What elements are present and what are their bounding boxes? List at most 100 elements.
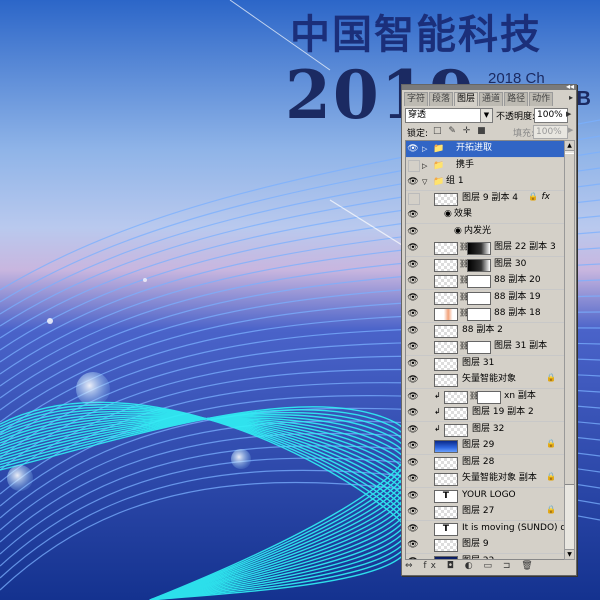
layer-row[interactable]: 👁 ▷ 📁 开拓进取 [406, 141, 564, 158]
visibility-eye-icon[interactable]: 👁 [407, 176, 419, 188]
visibility-eye-icon[interactable]: 👁 [407, 440, 419, 452]
fx-icon[interactable]: fx [542, 192, 551, 202]
collapse-icon[interactable]: ◂◂ [566, 82, 574, 91]
visibility-eye-icon[interactable]: 👁 [407, 308, 419, 320]
layers-scrollbar[interactable]: ▲ ▼ [564, 140, 575, 560]
fill-input[interactable]: 100% [533, 125, 568, 139]
layer-mask-thumbnail[interactable] [467, 258, 491, 272]
expand-triangle-icon[interactable]: ▽ [422, 176, 427, 188]
visibility-eye-icon[interactable]: 👁 [407, 523, 419, 535]
panel-titlebar[interactable]: ◂◂ [402, 82, 576, 91]
visibility-eye-icon[interactable]: 👁 [407, 242, 419, 254]
layer-row[interactable]: 👁 T YOUR LOGO [406, 487, 564, 505]
opacity-input[interactable]: 100% [534, 108, 568, 123]
layer-row[interactable]: 👁 ⛓ 图层 22 副本 3 [406, 240, 564, 257]
layer-row[interactable]: 👁 图层 22 [406, 553, 564, 560]
lock-icons[interactable]: □ ✎ ✛ ■ [433, 126, 488, 136]
layer-mask-thumbnail[interactable] [467, 291, 491, 305]
visibility-eye-icon[interactable]: 👁 [407, 226, 419, 238]
layer-row[interactable]: 👁 ↲ ⛓ xn 副本 [406, 388, 564, 406]
visibility-eye-icon[interactable]: 👁 [407, 391, 419, 403]
layer-name: 开拓进取 [456, 143, 493, 153]
fill-slider-icon[interactable]: ▶ [568, 126, 573, 134]
visibility-eye-icon[interactable]: 👁 [407, 457, 419, 469]
layer-mask-thumbnail[interactable] [477, 390, 501, 404]
layer-name: 88 副本 20 [494, 275, 541, 285]
effect-eye-icon[interactable]: ◉ [444, 208, 452, 221]
tab-2[interactable]: 图层 [454, 92, 479, 106]
layer-thumbnail [434, 456, 458, 470]
visibility-eye-icon[interactable]: 👁 [407, 473, 419, 485]
tab-1[interactable]: 段落 [429, 92, 454, 106]
chevron-down-icon[interactable]: ▼ [480, 109, 492, 122]
visibility-eye-icon[interactable]: 👁 [407, 424, 419, 436]
visibility-eye-icon[interactable] [408, 159, 420, 172]
effect-eye-icon[interactable]: ◉ [454, 225, 462, 238]
layer-mask-thumbnail[interactable] [467, 275, 491, 288]
layer-row[interactable]: 👁 ⛓ 图层 31 副本 [406, 339, 564, 356]
folder-icon: 📁 [433, 160, 445, 171]
layer-row[interactable]: 👁 矢量智能对象 🔒 [406, 372, 564, 389]
visibility-eye-icon[interactable]: 👁 [407, 325, 419, 337]
visibility-eye-icon[interactable]: 👁 [407, 209, 419, 221]
visibility-eye-icon[interactable]: 👁 [407, 341, 419, 353]
layer-mask-thumbnail[interactable] [467, 341, 491, 354]
layer-thumbnail [434, 291, 458, 305]
layer-name: YOUR LOGO [462, 489, 516, 500]
scroll-up-icon[interactable]: ▲ [565, 141, 574, 151]
layer-mask-thumbnail[interactable] [467, 308, 491, 321]
panel-menu-icon[interactable]: ▸ [569, 93, 573, 102]
tab-3[interactable]: 通道 [479, 92, 504, 106]
visibility-eye-icon[interactable] [408, 192, 420, 205]
layer-row[interactable]: 👁 矢量智能对象 副本 🔒 [406, 471, 564, 488]
layer-name: 图层 32 [472, 423, 505, 434]
scroll-down-icon[interactable]: ▼ [565, 549, 574, 559]
expand-triangle-icon[interactable]: ▷ [422, 160, 427, 172]
layer-row[interactable]: 👁 ⛓ 图层 30 [406, 256, 564, 274]
visibility-eye-icon[interactable]: 👁 [407, 490, 419, 502]
layer-name: 图层 31 副本 [494, 341, 548, 351]
layer-row[interactable]: 👁 图层 27 🔒 [406, 504, 564, 521]
layer-row[interactable]: 👁 ⛓ 88 副本 20 [406, 273, 564, 290]
layer-row[interactable]: 👁 ↲ 图层 32 [406, 421, 564, 439]
visibility-eye-icon[interactable]: 👁 [407, 506, 419, 518]
layer-row[interactable]: 👁 图层 31 [406, 355, 564, 373]
visibility-eye-icon[interactable]: 👁 [407, 539, 419, 551]
layer-row[interactable]: 👁 T It is moving (SUNDO) design [406, 520, 564, 538]
layer-row[interactable]: 👁 ⛓ 88 副本 18 [406, 306, 564, 323]
layer-thumbnail [444, 407, 468, 420]
layer-row[interactable]: 👁 图层 29 🔒 [406, 438, 564, 455]
visibility-eye-icon[interactable]: 👁 [407, 407, 419, 419]
opacity-slider-icon[interactable]: ▶ [566, 108, 574, 121]
layer-row[interactable]: 图层 9 副本 4 fx 🔒 [406, 190, 564, 208]
tab-5[interactable]: 动作 [529, 92, 554, 106]
blend-mode-select[interactable]: 穿透 ▼ [405, 108, 493, 123]
visibility-eye-icon[interactable]: 👁 [407, 556, 419, 560]
layer-row[interactable]: ▷ 📁 携手 [406, 157, 564, 175]
layer-row[interactable]: 👁 ↲ 图层 19 副本 2 [406, 405, 564, 422]
expand-triangle-icon[interactable]: ▷ [422, 143, 427, 155]
tab-0[interactable]: 字符 [404, 92, 429, 106]
layer-row[interactable]: 👁 图层 28 [406, 454, 564, 472]
layers-list: 👁 ▷ 📁 开拓进取 ▷ 📁 携手 👁 ▽ 📁 组 1 图层 9 副本 4 fx 🔒 👁 ◉ 效果 👁 ◉ 内发光 👁 ⛓… [405, 140, 565, 560]
visibility-eye-icon[interactable]: 👁 [407, 374, 419, 386]
layer-name: 携手 [456, 159, 475, 170]
layer-name: 图层 29 [462, 440, 495, 450]
layer-thumbnail [434, 192, 458, 206]
visibility-eye-icon[interactable]: 👁 [407, 275, 419, 287]
layer-mask-thumbnail[interactable] [467, 242, 491, 255]
layer-row[interactable]: 👁 ◉ 效果 [406, 207, 564, 224]
layer-row[interactable]: 👁 图层 9 [406, 537, 564, 554]
layer-thumbnail [434, 357, 458, 371]
scroll-thumb[interactable] [565, 153, 574, 485]
layer-row[interactable]: 👁 ◉ 内发光 [406, 223, 564, 241]
tab-4[interactable]: 路径 [504, 92, 529, 106]
layer-row[interactable]: 👁 ▽ 📁 组 1 [406, 174, 564, 191]
layer-row[interactable]: 👁 ⛓ 88 副本 19 [406, 289, 564, 307]
visibility-eye-icon[interactable]: 👁 [407, 143, 419, 155]
visibility-eye-icon[interactable]: 👁 [407, 292, 419, 304]
panel-footer-icons[interactable]: ⇔ fx ◘ ◐ ▭ ⊐ 🗑 [405, 561, 573, 573]
layer-row[interactable]: 👁 88 副本 2 [406, 322, 564, 340]
visibility-eye-icon[interactable]: 👁 [407, 259, 419, 271]
visibility-eye-icon[interactable]: 👁 [407, 358, 419, 370]
